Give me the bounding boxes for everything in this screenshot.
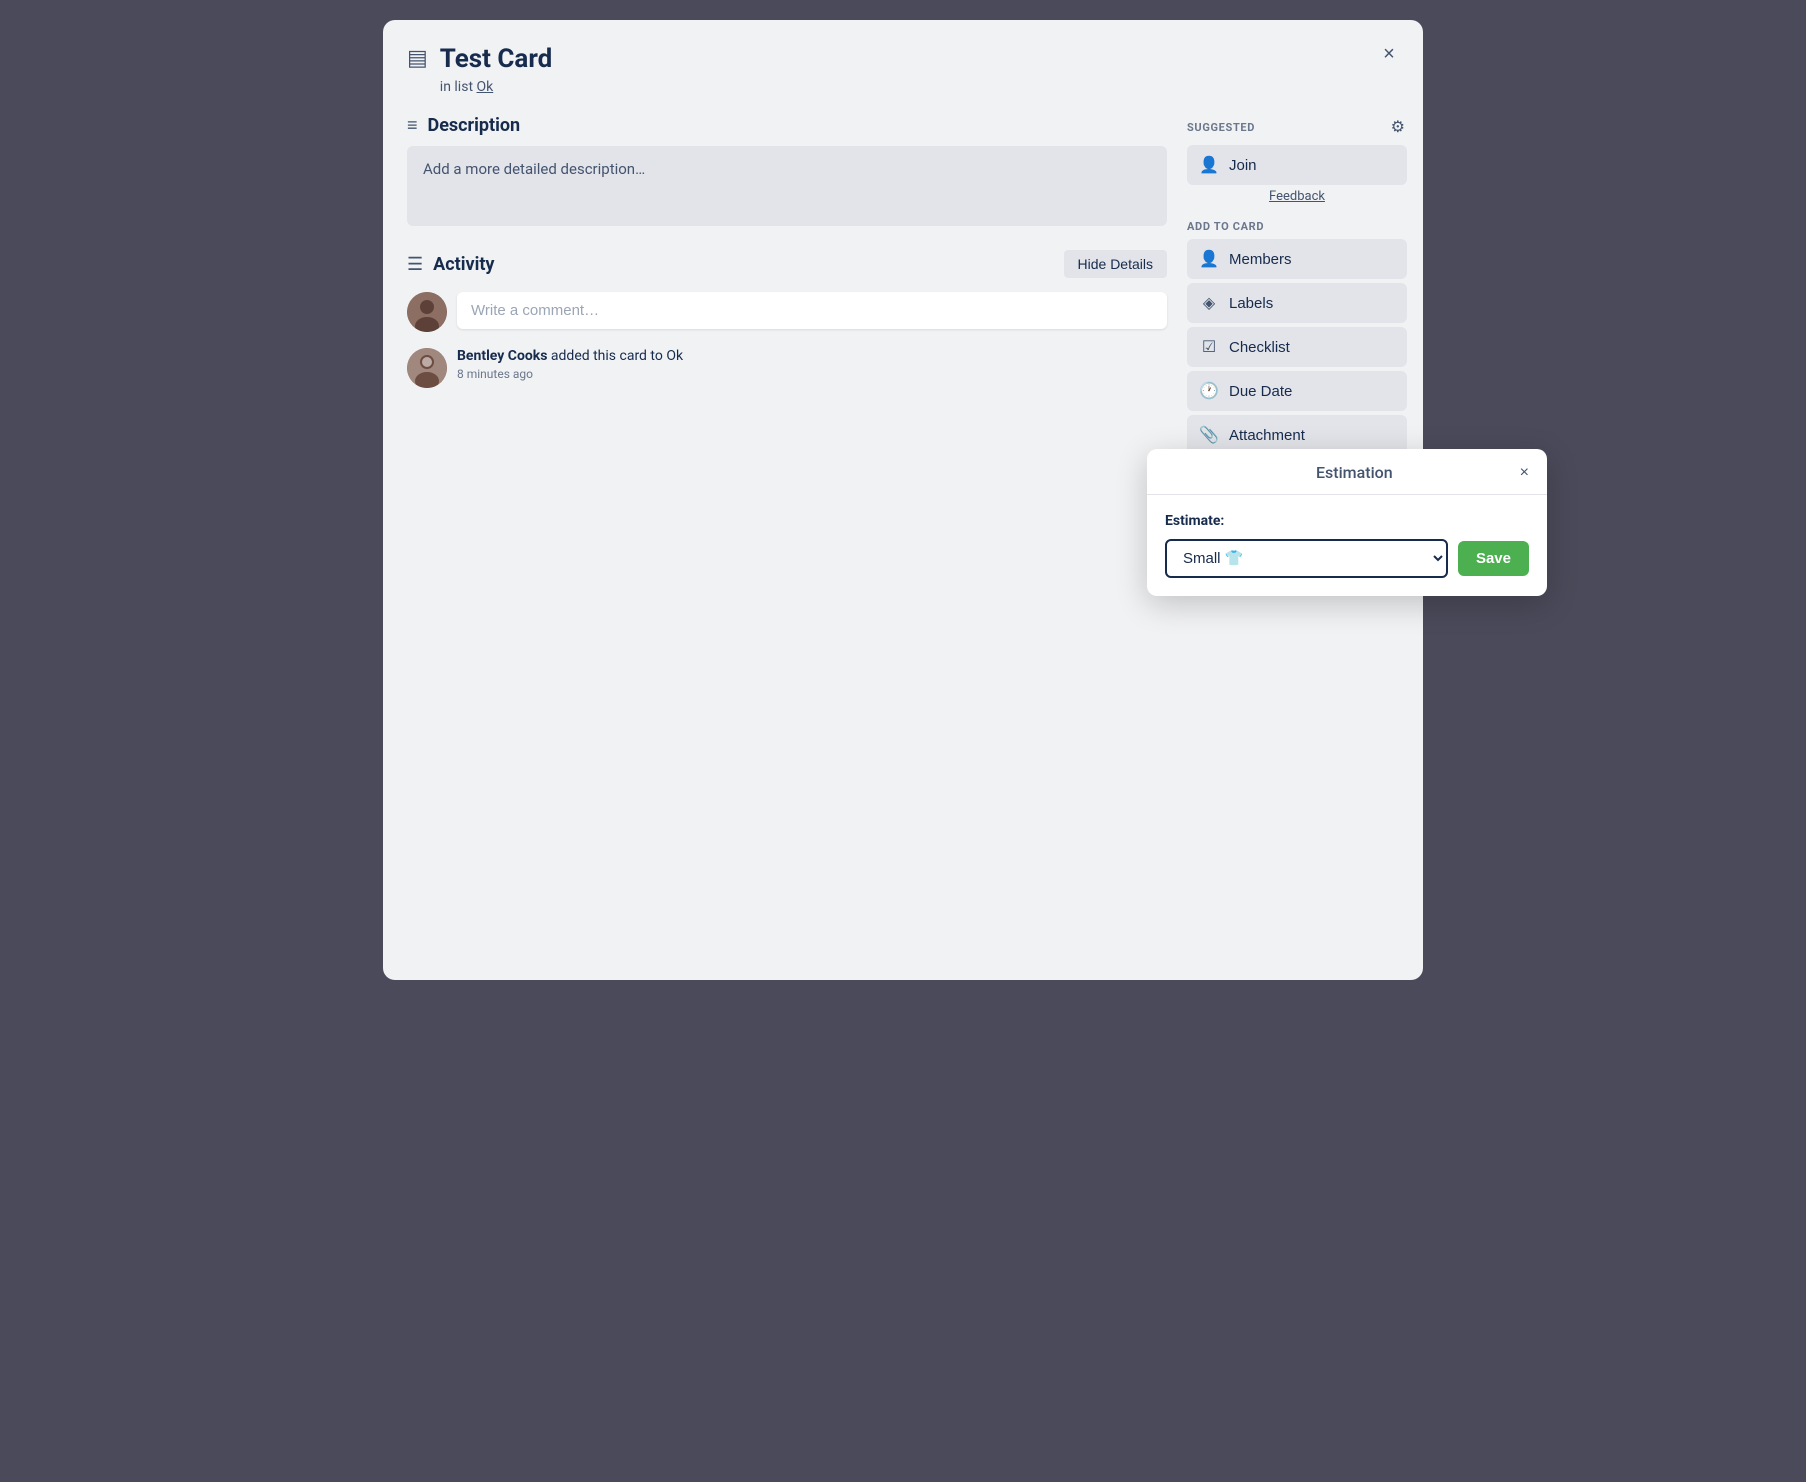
activity-item: Bentley Cooks added this card to Ok 8 mi… xyxy=(407,348,1167,388)
members-label: Members xyxy=(1229,251,1292,268)
card-modal: × ▤ Test Card in list Ok ≡ Description xyxy=(383,20,1423,980)
add-to-card-label: ADD TO CARD xyxy=(1187,220,1407,233)
description-input[interactable]: Add a more detailed description… xyxy=(407,146,1167,226)
activity-user: Bentley Cooks xyxy=(457,348,547,364)
activity-action: added this card to Ok xyxy=(551,348,683,364)
activity-text: Bentley Cooks added this card to Ok xyxy=(457,348,683,364)
title-block: Test Card in list Ok xyxy=(440,44,552,95)
activity-header-left: ☰ Activity xyxy=(407,254,495,275)
comment-input[interactable] xyxy=(457,292,1167,329)
description-icon: ≡ xyxy=(407,115,418,136)
close-button[interactable]: × xyxy=(1371,36,1407,72)
bentley-avatar xyxy=(407,348,447,388)
labels-button[interactable]: ◈ Labels xyxy=(1187,283,1407,323)
checklist-button[interactable]: ☑ Checklist xyxy=(1187,327,1407,367)
estimation-label: Estimate: xyxy=(1165,513,1529,529)
due-date-label: Due Date xyxy=(1229,383,1292,400)
activity-time: 8 minutes ago xyxy=(457,367,683,381)
estimation-title: Estimation xyxy=(1189,463,1520,482)
subtitle-prefix: in list xyxy=(440,79,473,95)
join-icon: 👤 xyxy=(1199,155,1219,175)
gear-button[interactable]: ⚙ xyxy=(1389,115,1407,139)
activity-item-content: Bentley Cooks added this card to Ok 8 mi… xyxy=(457,348,683,381)
join-button[interactable]: 👤 Join xyxy=(1187,145,1407,185)
due-date-icon: 🕐 xyxy=(1199,381,1219,401)
checklist-icon: ☑ xyxy=(1199,337,1219,357)
estimation-row: Small 👕 Medium Large Extra Large Save xyxy=(1165,539,1529,578)
hide-details-button[interactable]: Hide Details xyxy=(1064,250,1167,278)
due-date-button[interactable]: 🕐 Due Date xyxy=(1187,371,1407,411)
card-subtitle: in list Ok xyxy=(440,79,552,95)
description-title: Description xyxy=(428,115,521,136)
save-button[interactable]: Save xyxy=(1458,541,1529,576)
attachment-label: Attachment xyxy=(1229,427,1305,444)
main-content: ≡ Description Add a more detailed descri… xyxy=(407,115,1167,956)
estimation-close-button[interactable]: × xyxy=(1520,464,1529,482)
description-header: ≡ Description xyxy=(407,115,1167,136)
labels-label: Labels xyxy=(1229,295,1273,312)
estimation-header: Estimation × xyxy=(1147,449,1547,495)
suggested-label-row: SUGGESTED ⚙ xyxy=(1187,115,1407,139)
card-icon: ▤ xyxy=(407,46,428,71)
description-section: ≡ Description Add a more detailed descri… xyxy=(407,115,1167,226)
activity-icon: ☰ xyxy=(407,254,423,275)
attachment-icon: 📎 xyxy=(1199,425,1219,445)
feedback-link[interactable]: Feedback xyxy=(1187,189,1407,204)
estimation-popup: Estimation × Estimate: Small 👕 Medium La… xyxy=(1147,449,1547,596)
size-select[interactable]: Small 👕 Medium Large Extra Large xyxy=(1165,539,1448,578)
current-user-avatar xyxy=(407,292,447,332)
activity-section: ☰ Activity Hide Details xyxy=(407,250,1167,388)
comment-input-row xyxy=(407,292,1167,332)
overlay: × ▤ Test Card in list Ok ≡ Description xyxy=(0,0,1806,1482)
suggested-label: SUGGESTED xyxy=(1187,121,1255,134)
members-button[interactable]: 👤 Members xyxy=(1187,239,1407,279)
activity-header: ☰ Activity Hide Details xyxy=(407,250,1167,278)
card-title: Test Card xyxy=(440,44,552,75)
subtitle-list-link[interactable]: Ok xyxy=(477,79,494,95)
checklist-label: Checklist xyxy=(1229,339,1290,356)
join-label: Join xyxy=(1229,157,1257,174)
estimation-body: Estimate: Small 👕 Medium Large Extra Lar… xyxy=(1147,495,1547,596)
modal-body: ≡ Description Add a more detailed descri… xyxy=(407,115,1407,956)
modal-header: ▤ Test Card in list Ok xyxy=(407,44,1407,95)
activity-title: Activity xyxy=(433,254,494,275)
members-icon: 👤 xyxy=(1199,249,1219,269)
estimate-size-wrapper: 🚀 Estimate Size Estimation × Estimate: xyxy=(1187,532,1407,576)
sidebar: SUGGESTED ⚙ 👤 Join Feedback ADD TO CARD … xyxy=(1187,115,1407,956)
labels-icon: ◈ xyxy=(1199,293,1219,313)
